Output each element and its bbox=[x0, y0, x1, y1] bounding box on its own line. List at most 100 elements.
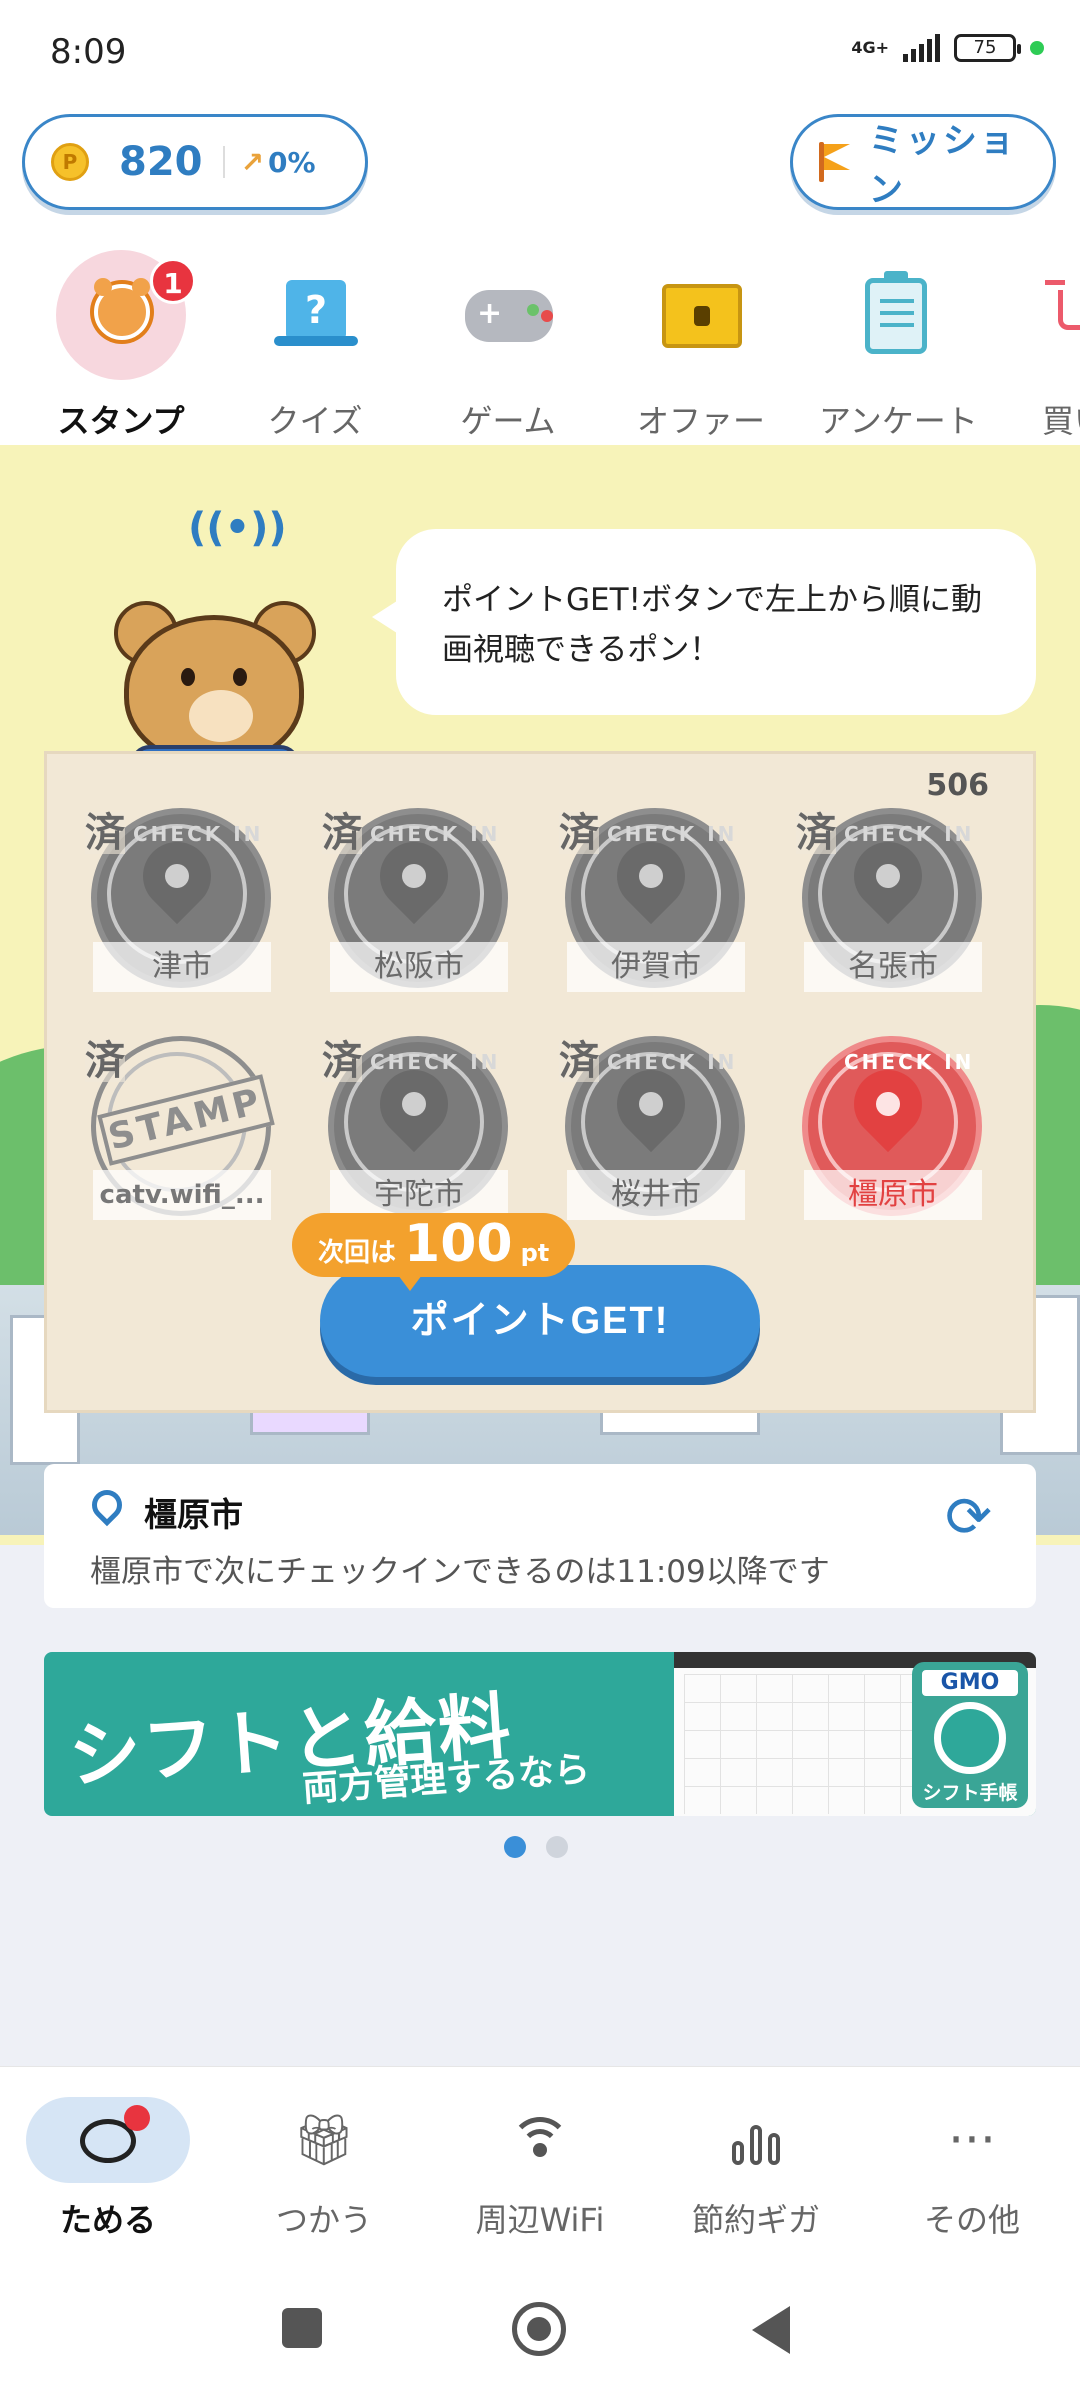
location-name: 橿原市 bbox=[144, 1495, 243, 1534]
stamp-matsusaka[interactable]: CHECK IN 済 松阪市 bbox=[322, 808, 514, 1008]
next-prefix: 次回は bbox=[318, 1238, 397, 1268]
divider bbox=[222, 146, 225, 178]
system-nav-bar bbox=[0, 2256, 1080, 2400]
gamepad-icon bbox=[465, 290, 553, 342]
tab-label: スタンプ bbox=[57, 402, 185, 440]
stamp-iga[interactable]: CHECK IN 済 伊賀市 bbox=[559, 808, 751, 1008]
tab-quiz[interactable]: ? クイズ bbox=[240, 250, 390, 440]
tab-shopping[interactable]: 買い bbox=[1012, 250, 1080, 440]
nav-label: その他 bbox=[923, 2201, 1020, 2239]
treasure-chest-icon bbox=[662, 284, 742, 348]
nav-tameru[interactable]: ためる bbox=[0, 2097, 216, 2247]
done-mark: 済 bbox=[559, 810, 599, 856]
done-mark: 済 bbox=[85, 810, 125, 856]
done-mark: 済 bbox=[322, 810, 362, 856]
app-logo: GMO シフト手帳 bbox=[912, 1662, 1028, 1808]
nav-label: ためる bbox=[59, 2201, 156, 2239]
tab-game[interactable]: ゲーム bbox=[433, 250, 583, 440]
ad-banner[interactable]: シフトと給料 両方管理するなら GMO シフト手帳 bbox=[44, 1652, 1036, 1816]
stamp-kashihara[interactable]: CHECK IN 橿原市 bbox=[798, 1036, 988, 1236]
tab-survey[interactable]: アンケート bbox=[819, 250, 978, 440]
next-unit: pt bbox=[520, 1239, 550, 1267]
carousel-dot[interactable] bbox=[504, 1836, 526, 1858]
stamp-label: catv.wifi_... bbox=[93, 1170, 271, 1220]
quiz-hat-icon: ? bbox=[274, 280, 358, 346]
card-number: 506 bbox=[926, 768, 989, 803]
trend-up-icon: ↗ bbox=[240, 145, 264, 179]
stamp-label: 名張市 bbox=[804, 942, 982, 992]
wifi-icon bbox=[510, 2117, 570, 2161]
tab-stamp[interactable]: 1 スタンプ bbox=[46, 250, 196, 440]
nav-label: つかう bbox=[275, 2201, 372, 2239]
nav-label: 節約ギガ bbox=[691, 2201, 820, 2239]
stamp-area: ((•)) ポイントGET!ボタンで左上から順に動画視聴できるポン！ 506 C… bbox=[0, 445, 1080, 1545]
location-message: 橿原市で次にチェックインできるのは11:09以降です bbox=[90, 1554, 830, 1590]
bear-mascot: ((•)) bbox=[110, 505, 320, 785]
carousel-dot[interactable] bbox=[546, 1836, 568, 1858]
clock: 8:09 bbox=[50, 32, 127, 72]
signal-icon bbox=[903, 34, 940, 62]
nav-save-giga[interactable]: 節約ギガ bbox=[648, 2097, 864, 2247]
status-icons: 4G+ 75 bbox=[851, 34, 1044, 62]
done-mark: 済 bbox=[796, 810, 836, 856]
done-mark: 済 bbox=[85, 1038, 125, 1084]
stamp-sakurai[interactable]: CHECK IN 済 桜井市 bbox=[559, 1036, 751, 1236]
home-button[interactable] bbox=[512, 2302, 566, 2356]
status-bar: 8:09 4G+ 75 bbox=[0, 0, 1080, 110]
points-pill[interactable]: P 820 ↗ 0% bbox=[22, 114, 368, 210]
location-info: 橿原市 橿原市で次にチェックインできるのは11:09以降です ⟳ bbox=[44, 1464, 1036, 1608]
stamp-label: 桜井市 bbox=[567, 1170, 745, 1220]
stamp-uda[interactable]: CHECK IN 済 宇陀市 bbox=[322, 1036, 514, 1236]
app-header: P 820 ↗ 0% ミッション 1 スタンプ ? クイズ ゲーム オファー ア… bbox=[0, 110, 1080, 445]
app-name: シフト手帳 bbox=[922, 1782, 1018, 1804]
tab-label: オファー bbox=[636, 402, 765, 440]
stamp-label: 伊賀市 bbox=[567, 942, 745, 992]
bear-face-icon bbox=[94, 278, 150, 340]
tab-label: ゲーム bbox=[460, 402, 556, 440]
carousel-indicator bbox=[504, 1836, 568, 1858]
next-value: 100 bbox=[404, 1214, 513, 1274]
point-get-button[interactable]: ポイントGET! bbox=[320, 1265, 760, 1377]
location-pin-icon bbox=[85, 1483, 129, 1527]
stamp-tsu[interactable]: CHECK IN 済 津市 bbox=[85, 808, 277, 1008]
back-button[interactable] bbox=[752, 2306, 790, 2354]
shopping-cart-icon bbox=[1045, 280, 1080, 330]
tab-label: クイズ bbox=[267, 402, 363, 440]
notification-dot bbox=[124, 2105, 150, 2131]
stamp-label: 松阪市 bbox=[330, 942, 508, 992]
recents-button[interactable] bbox=[282, 2308, 322, 2348]
privacy-indicator-dot bbox=[1030, 41, 1044, 55]
nav-label: 周辺WiFi bbox=[475, 2201, 605, 2239]
stamp-catv-wifi[interactable]: STAMP 済 catv.wifi_... bbox=[85, 1036, 277, 1236]
gift-icon: 🎁︎ bbox=[292, 2111, 356, 2169]
category-tabs: 1 スタンプ ? クイズ ゲーム オファー アンケート 買い bbox=[0, 250, 1080, 440]
tab-label: アンケート bbox=[819, 402, 978, 440]
nav-nearby-wifi[interactable]: 周辺WiFi bbox=[432, 2097, 648, 2247]
tab-offer[interactable]: オファー bbox=[626, 250, 776, 440]
mission-button[interactable]: ミッション bbox=[790, 114, 1056, 210]
points-value: 820 bbox=[119, 139, 203, 185]
refresh-icon[interactable]: ⟳ bbox=[945, 1490, 992, 1546]
next-points-tag: 次回は 100 pt bbox=[292, 1213, 576, 1291]
coin-icon: P bbox=[51, 143, 89, 181]
points-trend: 0% bbox=[267, 145, 316, 179]
mission-label: ミッション bbox=[868, 121, 1017, 210]
done-mark: 済 bbox=[322, 1038, 362, 1084]
network-type: 4G+ bbox=[851, 38, 889, 57]
wifi-signal-icon: ((•)) bbox=[188, 505, 287, 551]
notification-badge: 1 bbox=[150, 258, 196, 304]
bottom-nav: ためる 🎁︎ つかう 周辺WiFi 節約ギガ ··· その他 bbox=[0, 2066, 1080, 2256]
stamp-label: 津市 bbox=[93, 942, 271, 992]
more-icon: ··· bbox=[948, 2111, 996, 2169]
brand-logo: GMO bbox=[922, 1670, 1018, 1696]
speech-bubble: ポイントGET!ボタンで左上から順に動画視聴できるポン！ bbox=[372, 529, 1036, 715]
flag-icon bbox=[819, 142, 855, 182]
stamp-label: 橿原市 bbox=[804, 1170, 982, 1220]
done-mark: 済 bbox=[559, 1038, 599, 1084]
tab-label: 買い bbox=[1042, 402, 1080, 440]
clock-icon bbox=[934, 1702, 1006, 1774]
nav-tsukau[interactable]: 🎁︎ つかう bbox=[216, 2097, 432, 2247]
stamp-nabari[interactable]: CHECK IN 済 名張市 bbox=[796, 808, 988, 1008]
bar-chart-icon bbox=[732, 2115, 780, 2165]
nav-other[interactable]: ··· その他 bbox=[864, 2097, 1080, 2247]
